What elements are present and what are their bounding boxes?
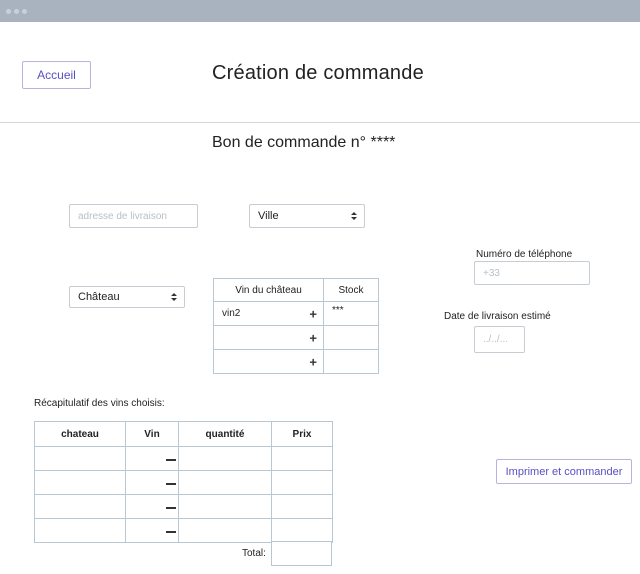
table-row bbox=[34, 518, 333, 543]
window-dot-icon bbox=[14, 9, 19, 14]
wine-cell: vin2 + bbox=[213, 301, 324, 326]
total-label: Total: bbox=[242, 548, 266, 559]
stock-cell bbox=[323, 325, 379, 350]
chateau-select-value: Château bbox=[78, 291, 120, 303]
plus-icon[interactable]: + bbox=[309, 354, 317, 369]
quantity-cell bbox=[178, 446, 272, 471]
city-select-value: Ville bbox=[258, 210, 279, 222]
vin-cell bbox=[125, 494, 179, 519]
page-title: Création de commande bbox=[212, 62, 424, 84]
delivery-date-input[interactable]: ../../... bbox=[474, 326, 525, 353]
print-and-order-button[interactable]: Imprimer et commander bbox=[496, 459, 632, 484]
minus-icon[interactable] bbox=[166, 459, 176, 461]
table-row bbox=[34, 470, 333, 495]
window-dot-icon bbox=[22, 9, 27, 14]
table-row: vin2 + *** bbox=[213, 301, 379, 326]
wine-table: Vin du château Stock vin2 + *** + + bbox=[213, 278, 379, 374]
vin-cell bbox=[125, 518, 179, 543]
price-cell bbox=[271, 470, 333, 495]
quantity-column-header: quantité bbox=[178, 421, 272, 447]
table-row: + bbox=[213, 349, 379, 374]
window-dot-icon bbox=[6, 9, 11, 14]
stock-cell: *** bbox=[323, 301, 379, 326]
table-row bbox=[34, 446, 333, 471]
table-row bbox=[34, 494, 333, 519]
wine-column-header: Vin du château bbox=[213, 278, 324, 302]
plus-icon[interactable]: + bbox=[309, 306, 317, 321]
stock-cell bbox=[323, 349, 379, 374]
quantity-cell bbox=[178, 470, 272, 495]
price-column-header: Prix bbox=[271, 421, 333, 447]
table-row: + bbox=[213, 325, 379, 350]
minus-icon[interactable] bbox=[166, 531, 176, 533]
price-cell bbox=[271, 446, 333, 471]
price-cell bbox=[271, 518, 333, 543]
city-select[interactable]: Ville bbox=[249, 204, 365, 228]
window-titlebar bbox=[0, 0, 640, 22]
vin-cell bbox=[125, 446, 179, 471]
wine-name: vin2 bbox=[222, 308, 241, 319]
total-value-field bbox=[271, 541, 332, 566]
chateau-cell bbox=[34, 518, 126, 543]
chateau-select[interactable]: Château bbox=[69, 286, 185, 308]
stock-column-header: Stock bbox=[323, 278, 379, 302]
up-down-caret-icon bbox=[351, 212, 357, 220]
delivery-date-label: Date de livraison estimé bbox=[444, 311, 551, 322]
wine-cell: + bbox=[213, 325, 324, 350]
price-cell bbox=[271, 494, 333, 519]
minus-icon[interactable] bbox=[166, 483, 176, 485]
delivery-address-input[interactable]: adresse de livraison bbox=[69, 204, 198, 228]
minus-icon[interactable] bbox=[166, 507, 176, 509]
quantity-cell bbox=[178, 518, 272, 543]
vin-column-header: Vin bbox=[125, 421, 179, 447]
plus-icon[interactable]: + bbox=[309, 330, 317, 345]
phone-label: Numéro de téléphone bbox=[476, 249, 573, 260]
chateau-cell bbox=[34, 446, 126, 471]
wine-cell: + bbox=[213, 349, 324, 374]
chateau-cell bbox=[34, 494, 126, 519]
chateau-cell bbox=[34, 470, 126, 495]
summary-label: Récapitulatif des vins choisis: bbox=[34, 398, 165, 409]
order-number-title: Bon de commande n° **** bbox=[212, 134, 396, 151]
phone-input[interactable]: +33 bbox=[474, 261, 590, 285]
quantity-cell bbox=[178, 494, 272, 519]
summary-table: chateau Vin quantité Prix bbox=[34, 421, 333, 543]
home-button[interactable]: Accueil bbox=[22, 61, 91, 89]
header-divider bbox=[0, 122, 640, 123]
chateau-column-header: chateau bbox=[34, 421, 126, 447]
vin-cell bbox=[125, 470, 179, 495]
up-down-caret-icon bbox=[171, 293, 177, 301]
